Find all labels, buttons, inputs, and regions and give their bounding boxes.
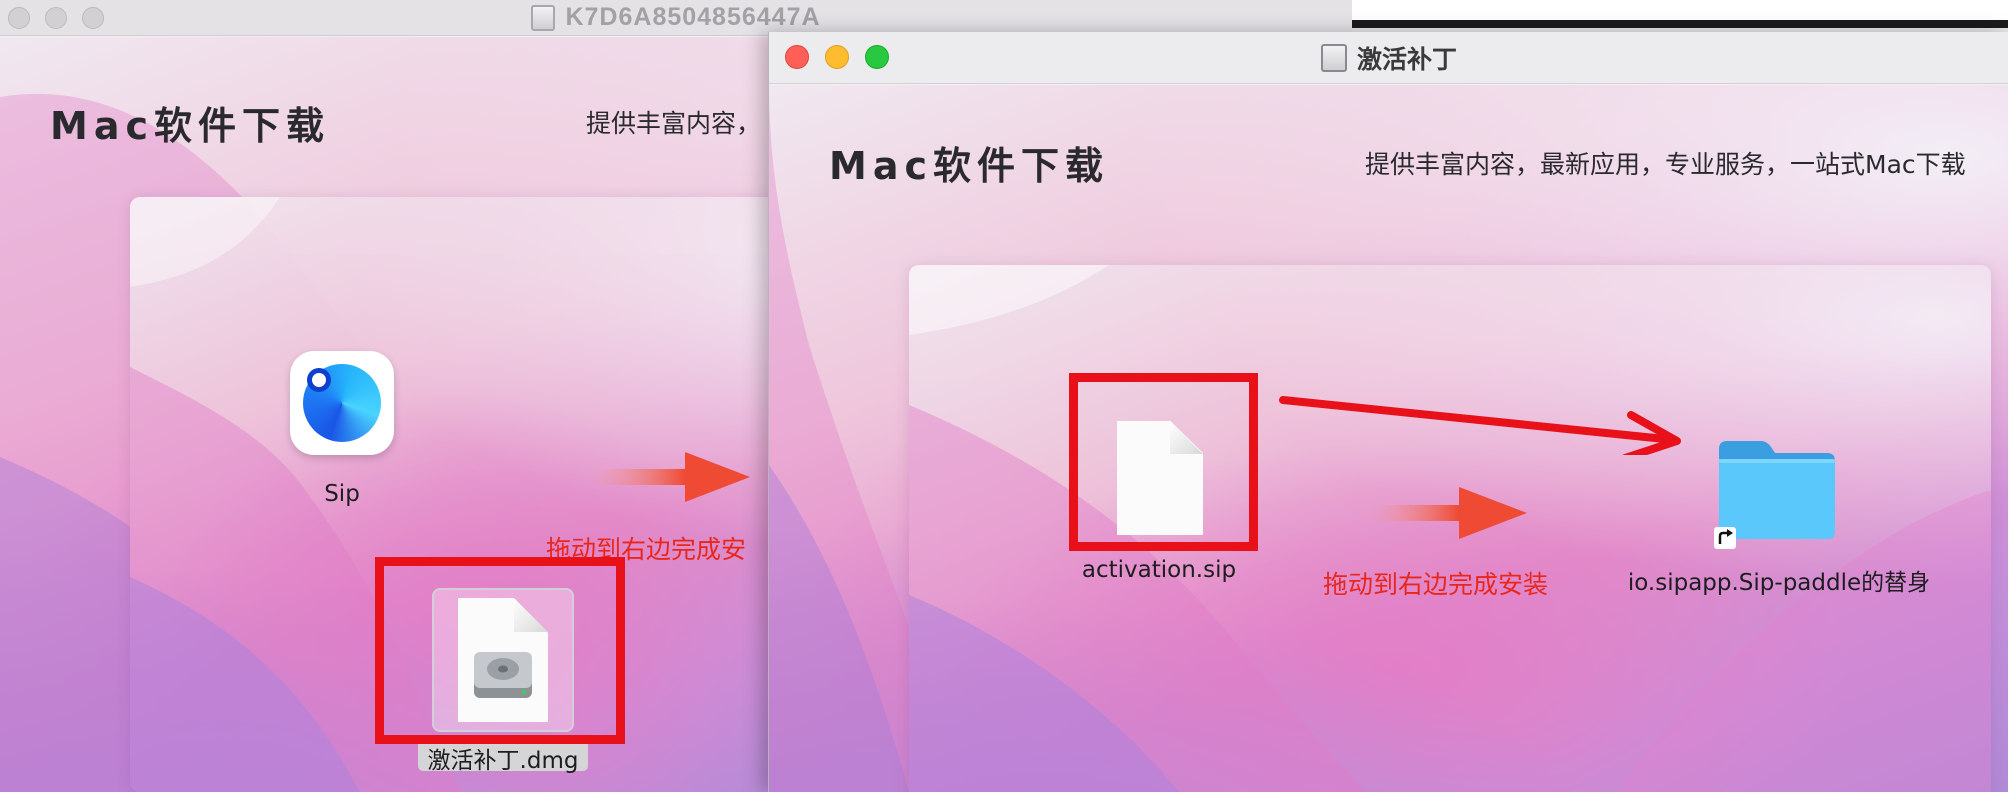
window-titlebar[interactable]: 激活补丁: [769, 32, 2008, 84]
app-icon-label: Sip: [324, 481, 360, 507]
activation-patch-window[interactable]: 激活补丁 Mac软件下载 提供丰富内容，最新应用，专业服务，一站式Mac下载 a…: [768, 32, 2008, 792]
drag-arrow-icon: [1369, 487, 1527, 539]
window-edge-strip: [1350, 20, 2008, 28]
tagline: 提供丰富内容，: [586, 109, 762, 138]
annotation-red-box: [375, 557, 625, 744]
close-button[interactable]: [785, 45, 809, 69]
disk-icon: [1320, 43, 1347, 72]
tagline: 提供丰富内容，最新应用，专业服务，一站式Mac下载: [1365, 150, 1966, 179]
install-panel: activation.sip 拖动到右边完成安装 io.sipapp.Sip-p…: [909, 265, 1991, 792]
dmg-file-label[interactable]: 激活补丁.dmg: [418, 741, 588, 775]
close-button[interactable]: [8, 7, 30, 29]
window-content: Mac软件下载 提供丰富内容，最新应用，专业服务，一站式Mac下载 activa…: [769, 85, 2008, 792]
minimize-button[interactable]: [825, 45, 849, 69]
brand-title: Mac软件下载: [50, 104, 330, 148]
desktop: K7D6A8504856447A Mac软件下载 提供丰富内容， Sip 拖动到…: [0, 0, 2008, 792]
zoom-button[interactable]: [82, 7, 104, 29]
annotation-red-box: [1069, 373, 1258, 551]
window-titlebar[interactable]: K7D6A8504856447A: [0, 0, 1352, 36]
minimize-button[interactable]: [45, 7, 67, 29]
disk-icon: [531, 4, 556, 31]
alias-arrow-icon: [1714, 527, 1736, 549]
window-title-text: K7D6A8504856447A: [565, 3, 821, 31]
sip-app-icon[interactable]: [290, 351, 394, 455]
drag-hint-text: 拖动到右边完成安装: [1323, 570, 1549, 599]
window-title-text: 激活补丁: [1356, 45, 1457, 74]
annotation-arrow-icon: [1279, 396, 1681, 455]
sip-dot-icon: [312, 373, 326, 387]
folder-alias-label[interactable]: io.sipapp.Sip-paddle的替身: [1609, 563, 1949, 597]
window-title: K7D6A8504856447A: [531, 3, 820, 32]
zoom-button[interactable]: [865, 45, 889, 69]
desktop-background: [1350, 0, 2008, 20]
window-controls: [8, 7, 104, 29]
activation-file-label[interactable]: activation.sip: [1069, 557, 1249, 583]
window-controls: [785, 45, 889, 69]
window-title: 激活补丁: [1320, 40, 1457, 76]
brand-title: Mac软件下载: [829, 144, 1109, 188]
